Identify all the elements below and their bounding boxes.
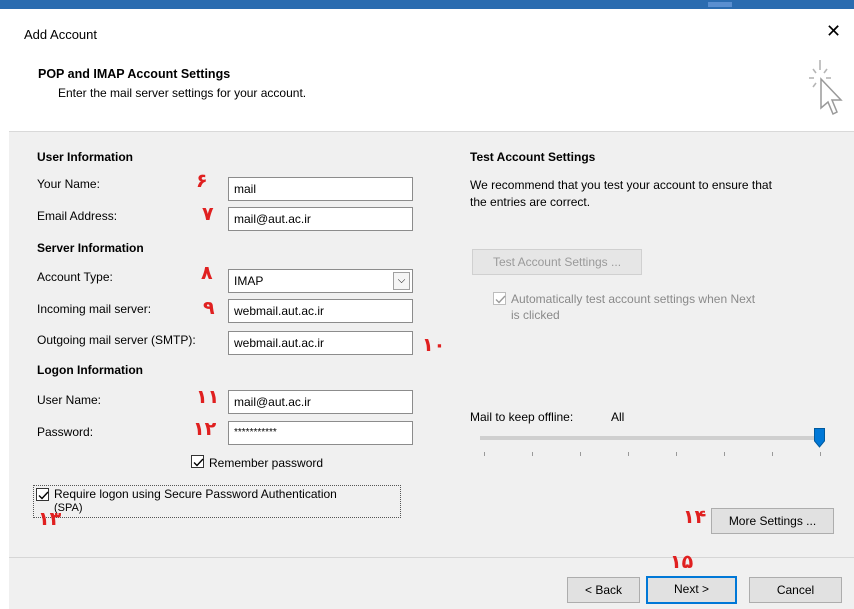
annotation-14: ۱۴ xyxy=(683,506,707,528)
cursor-sparkle-icon xyxy=(809,60,843,116)
checkmark-icon xyxy=(495,295,506,304)
header-title: POP and IMAP Account Settings xyxy=(38,67,231,81)
incoming-server-label: Incoming mail server: xyxy=(37,302,152,316)
password-label: Password: xyxy=(37,425,94,439)
test-settings-heading: Test Account Settings xyxy=(470,150,596,164)
test-account-settings-button[interactable]: Test Account Settings ... xyxy=(472,249,642,275)
close-icon[interactable]: ✕ xyxy=(826,22,841,40)
slider-tick xyxy=(532,452,533,456)
annotation-10: ۱۰ xyxy=(422,334,446,356)
offline-value: All xyxy=(611,410,625,424)
auto-test-label: Automatically test account settings when… xyxy=(511,292,756,306)
server-info-heading: Server Information xyxy=(37,241,144,255)
annotation-6: ۶ xyxy=(196,170,208,192)
annotation-8: ۸ xyxy=(201,262,213,284)
annotation-9: ۹ xyxy=(203,297,215,319)
slider-tick xyxy=(724,452,725,456)
slider-ticks xyxy=(484,452,821,456)
offline-label: Mail to keep offline: xyxy=(470,410,574,424)
spa-checkbox[interactable] xyxy=(36,488,49,501)
account-type-select[interactable]: IMAP ⌵ xyxy=(228,269,413,293)
slider-tick xyxy=(628,452,629,456)
dialog-titlebar xyxy=(9,9,854,55)
annotation-7: ۷ xyxy=(202,203,214,225)
offline-slider-thumb[interactable] xyxy=(814,428,825,448)
email-address-field[interactable]: mail@aut.ac.ir xyxy=(228,207,413,231)
password-field[interactable]: *********** xyxy=(228,421,413,445)
annotation-15: ۱۵ xyxy=(670,551,694,573)
slider-tick xyxy=(772,452,773,456)
remember-password-checkbox[interactable] xyxy=(191,455,204,468)
slider-tick xyxy=(484,452,485,456)
offline-slider-track[interactable] xyxy=(480,436,820,440)
cancel-button[interactable]: Cancel xyxy=(749,577,842,603)
next-button[interactable]: Next > xyxy=(646,576,737,604)
your-name-label: Your Name: xyxy=(37,177,100,191)
more-settings-button[interactable]: More Settings ... xyxy=(711,508,834,534)
outgoing-server-label: Outgoing mail server (SMTP): xyxy=(37,333,196,347)
your-name-field[interactable]: mail xyxy=(228,177,413,201)
email-address-label: Email Address: xyxy=(37,209,118,223)
slider-tick xyxy=(676,452,677,456)
header-subtitle: Enter the mail server settings for your … xyxy=(58,86,307,100)
auto-test-label-line2: is clicked xyxy=(511,308,560,322)
user-info-heading: User Information xyxy=(37,150,134,164)
logon-info-heading: Logon Information xyxy=(37,363,143,377)
annotation-13: ۱۳ xyxy=(38,508,62,530)
slider-tick xyxy=(820,452,821,456)
dialog-title: Add Account xyxy=(24,27,97,42)
footer-separator xyxy=(9,557,854,558)
remember-password-label: Remember password xyxy=(209,456,324,470)
test-description-line2: the entries are correct. xyxy=(470,195,591,209)
user-name-label: User Name: xyxy=(37,393,102,407)
test-description-line1: We recommend that you test your account … xyxy=(470,178,772,192)
user-name-field[interactable]: mail@aut.ac.ir xyxy=(228,390,413,414)
background-window-tab xyxy=(708,2,732,7)
spa-label: Require logon using Secure Password Auth… xyxy=(54,487,337,501)
annotation-12: ۱۲ xyxy=(193,418,217,440)
chevron-down-icon[interactable]: ⌵ xyxy=(393,272,410,290)
slider-tick xyxy=(580,452,581,456)
checkmark-icon xyxy=(193,458,204,467)
background-window-edge xyxy=(0,9,9,609)
incoming-server-field[interactable]: webmail.aut.ac.ir xyxy=(228,299,413,323)
outgoing-server-field[interactable]: webmail.aut.ac.ir xyxy=(228,331,413,355)
back-button[interactable]: < Back xyxy=(567,577,640,603)
background-window-titlebar xyxy=(0,0,854,9)
annotation-11: ۱۱ xyxy=(196,386,220,408)
account-type-label: Account Type: xyxy=(37,270,113,284)
account-type-value: IMAP xyxy=(234,274,264,288)
auto-test-checkbox[interactable] xyxy=(493,292,506,305)
checkmark-icon xyxy=(38,491,49,500)
